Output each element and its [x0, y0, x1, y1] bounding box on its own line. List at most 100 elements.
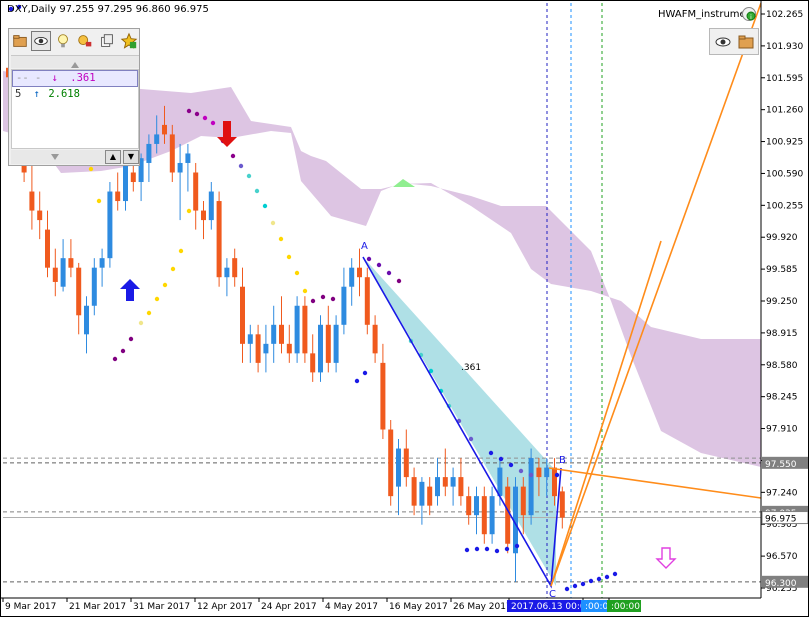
candle-body: [497, 467, 503, 497]
sar-dot: [354, 378, 360, 384]
pattern-point-label: A: [361, 241, 368, 252]
sar-dot: [238, 163, 244, 169]
price-tick-label: 98.580: [766, 361, 798, 371]
candle-body: [388, 429, 394, 497]
candle-body: [208, 191, 214, 221]
sar-dot: [528, 472, 534, 478]
candle: [528, 448, 534, 525]
candle-body: [169, 134, 175, 173]
eye-icon[interactable]: [713, 32, 733, 52]
candle-body: [489, 496, 495, 535]
star-icon[interactable]: [119, 31, 139, 51]
bulb-icon[interactable]: [53, 31, 73, 51]
level-row-1[interactable]: 5 ↑ 2.618: [12, 87, 138, 102]
scroll-down-button[interactable]: ▼: [123, 150, 139, 164]
sar-dot: [320, 294, 326, 300]
sar-dot: [246, 173, 252, 179]
time-label: 26 May 2017: [453, 602, 512, 612]
candle-body: [201, 210, 206, 221]
candle-body: [544, 467, 550, 478]
price-tick-label: 99.920: [766, 233, 798, 243]
sar-dot: [230, 153, 236, 159]
candle-body: [419, 481, 425, 506]
sar-dot: [386, 270, 392, 276]
sar-dot: [270, 220, 276, 226]
sar-dot: [170, 266, 176, 272]
candle-body: [232, 258, 238, 278]
candle: [505, 477, 511, 554]
candle-body: [403, 448, 409, 478]
pattern-point-label: B: [559, 455, 566, 466]
sar-dot: [210, 120, 216, 126]
time-label: 2017.06.13 00:00: [511, 602, 592, 612]
panel-scroll-up[interactable]: [11, 55, 139, 68]
sar-dot: [302, 288, 308, 294]
candle: [364, 267, 370, 335]
tools-icon[interactable]: [75, 31, 95, 51]
sar-dot: [468, 436, 474, 442]
candle: [294, 296, 300, 363]
candle-body: [505, 486, 511, 544]
candle-body: [396, 448, 401, 487]
price-tick-label: 96.570: [766, 552, 798, 562]
candle: [107, 182, 113, 268]
sar-dot: [514, 543, 520, 549]
candle-body: [224, 267, 230, 278]
candle-body: [442, 477, 448, 487]
candle-body: [364, 277, 370, 325]
level-value-0: .361: [70, 72, 96, 84]
candle-body: [271, 324, 277, 344]
sar-dot: [596, 576, 602, 582]
candle-body: [466, 496, 472, 516]
candle-body: [263, 343, 269, 354]
candle-body: [474, 496, 479, 516]
sar-dot: [484, 546, 490, 552]
instrument-status-icon[interactable]: i: [741, 6, 757, 22]
chart-window[interactable]: A B C .361 102.265 101.930 101.595 101.260 100.9…: [0, 0, 809, 617]
candle-body: [435, 477, 440, 497]
candle-body: [146, 143, 152, 163]
candle-body: [76, 267, 82, 316]
price-label: 97.550: [765, 460, 797, 470]
candle-body: [115, 191, 121, 202]
candle: [302, 296, 308, 363]
sar-dot: [554, 472, 560, 478]
candle-body: [107, 191, 113, 259]
candle-body: [216, 201, 222, 278]
candle-body: [45, 229, 50, 268]
candle-body: [357, 267, 362, 278]
level-row-0[interactable]: -- - ↓ .361: [12, 70, 138, 87]
candle-body: [349, 267, 355, 287]
candle-body: [185, 153, 191, 163]
level-prefix-1: 5: [15, 88, 22, 100]
sar-dot: [128, 336, 134, 342]
levels-panel[interactable]: -- - ↓ .361 5 ↑ 2.618 ▲ ▼: [8, 28, 140, 166]
candle-body: [559, 491, 565, 518]
panel-scrollbar[interactable]: ▲ ▼: [11, 150, 139, 164]
eye-icon[interactable]: [31, 31, 51, 51]
sar-dot: [330, 296, 336, 302]
candle-body: [154, 134, 160, 144]
fibo-label: .361: [461, 363, 481, 373]
folder-icon[interactable]: [10, 31, 30, 51]
folder-icon[interactable]: [736, 32, 756, 52]
copy-icon[interactable]: [97, 31, 117, 51]
scroll-up-button[interactable]: ▲: [105, 150, 121, 164]
sar-dot: [396, 278, 402, 284]
levels-list[interactable]: -- - ↓ .361 5 ↑ 2.618: [11, 69, 139, 149]
candle-body: [520, 486, 526, 516]
time-label: 24 Apr 2017: [261, 602, 317, 612]
sar-dot: [362, 370, 368, 376]
sar-dot: [376, 262, 382, 268]
dashed-line-icon: -- -: [16, 72, 42, 84]
mini-toolbar: [709, 28, 759, 55]
candle-body: [481, 496, 487, 535]
sar-dot: [588, 578, 594, 584]
sar-dot: [286, 254, 292, 260]
sar-dot: [508, 462, 514, 468]
sar-dot: [278, 236, 284, 242]
sar-dot: [178, 248, 184, 254]
sar-dot: [518, 468, 524, 474]
price-tick-label: 101.930: [766, 42, 803, 52]
sar-dot: [572, 583, 578, 589]
